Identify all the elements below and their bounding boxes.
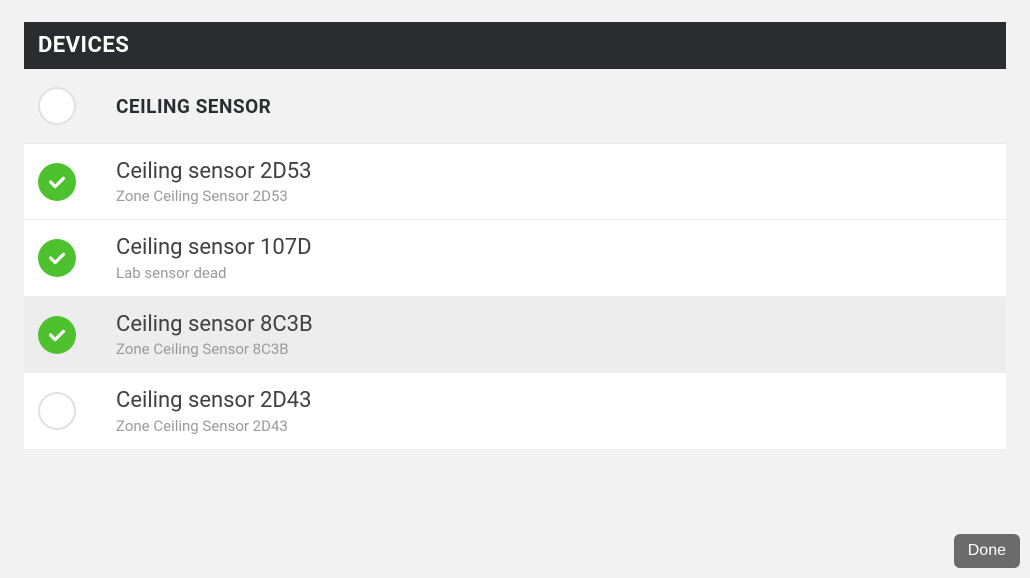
- done-button-label: Done: [968, 542, 1006, 559]
- device-name: Ceiling sensor 8C3B: [116, 312, 313, 338]
- checkmark-icon[interactable]: [38, 163, 76, 201]
- device-row[interactable]: Ceiling sensor 8C3B Zone Ceiling Sensor 8…: [24, 297, 1006, 373]
- device-subtitle: Zone Ceiling Sensor 2D43: [116, 417, 312, 435]
- group-title: CEILING SENSOR: [116, 95, 271, 118]
- device-text: Ceiling sensor 2D43 Zone Ceiling Sensor 2…: [116, 388, 312, 434]
- device-text: Ceiling sensor 107D Lab sensor dead: [116, 235, 312, 281]
- checkmark-icon[interactable]: [38, 239, 76, 277]
- device-row[interactable]: Ceiling sensor 2D43 Zone Ceiling Sensor 2…: [24, 373, 1006, 449]
- header-title: DEVICES: [38, 33, 129, 58]
- device-list: Ceiling sensor 2D53 Zone Ceiling Sensor 2…: [24, 144, 1006, 450]
- device-name: Ceiling sensor 2D43: [116, 388, 312, 414]
- done-button[interactable]: Done: [954, 534, 1020, 568]
- device-subtitle: Lab sensor dead: [116, 264, 312, 282]
- device-row[interactable]: Ceiling sensor 2D53 Zone Ceiling Sensor 2…: [24, 144, 1006, 220]
- device-text: Ceiling sensor 2D53 Zone Ceiling Sensor 2…: [116, 159, 312, 205]
- main-container: DEVICES CEILING SENSOR Ceiling sensor 2D…: [0, 0, 1030, 450]
- device-text: Ceiling sensor 8C3B Zone Ceiling Sensor 8…: [116, 312, 313, 358]
- group-header-row[interactable]: CEILING SENSOR: [24, 69, 1006, 144]
- device-subtitle: Zone Ceiling Sensor 8C3B: [116, 340, 313, 358]
- device-row[interactable]: Ceiling sensor 107D Lab sensor dead: [24, 220, 1006, 296]
- devices-header: DEVICES: [24, 22, 1006, 69]
- checkmark-icon[interactable]: [38, 316, 76, 354]
- empty-checkbox-icon[interactable]: [38, 392, 76, 430]
- device-subtitle: Zone Ceiling Sensor 2D53: [116, 187, 312, 205]
- device-name: Ceiling sensor 107D: [116, 235, 312, 261]
- device-name: Ceiling sensor 2D53: [116, 159, 312, 185]
- group-checkbox[interactable]: [38, 87, 76, 125]
